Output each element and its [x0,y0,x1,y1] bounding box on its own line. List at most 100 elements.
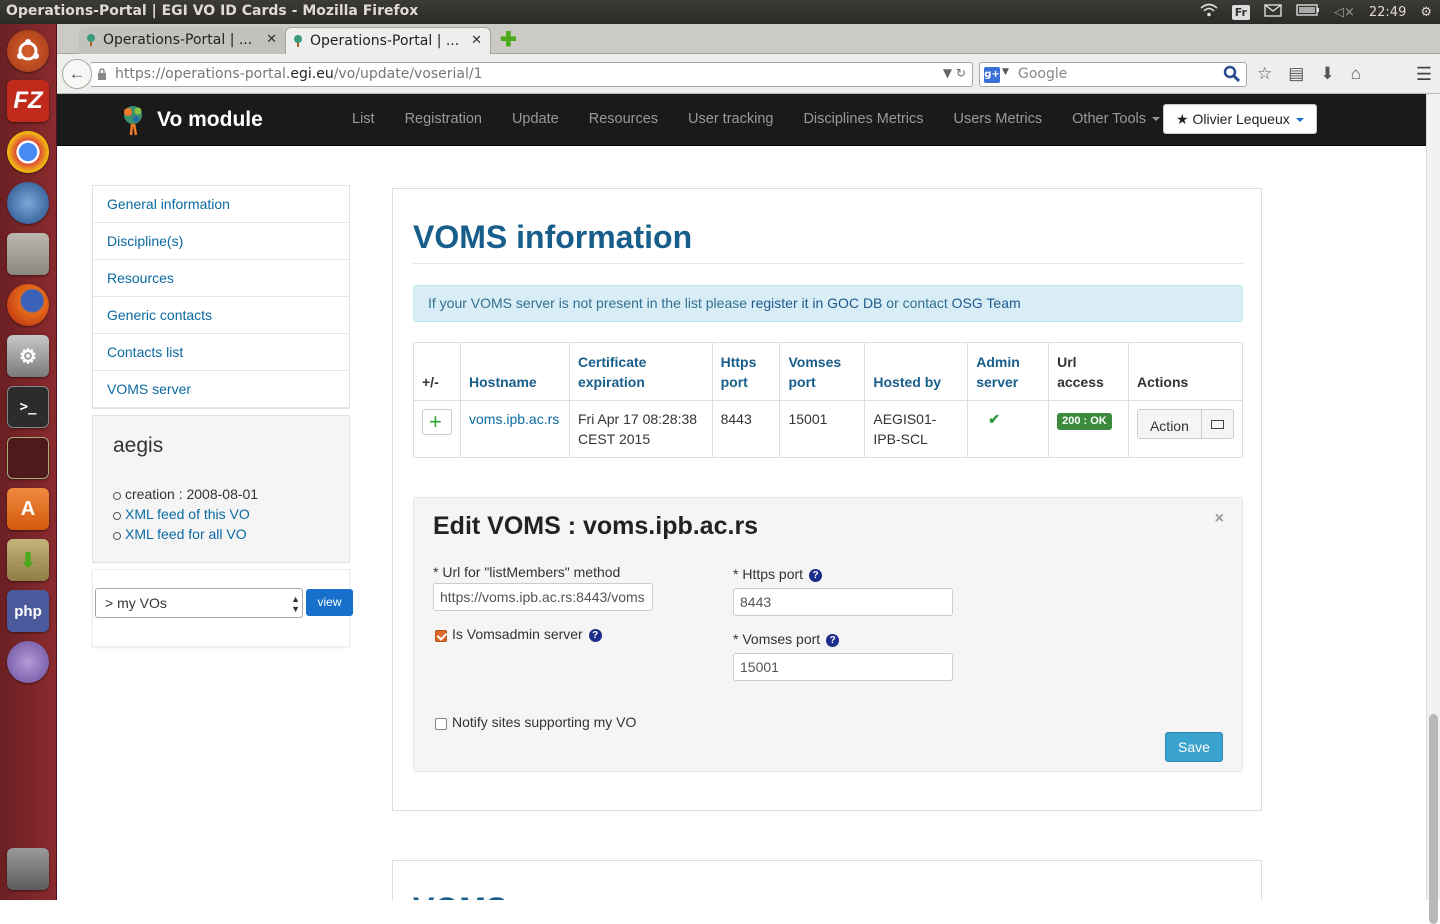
php-icon[interactable]: php [7,590,49,632]
back-arrow-icon[interactable]: ← [62,59,92,89]
notify-sites-checkbox[interactable] [435,718,447,730]
osg-team-link[interactable]: OSG Team [952,295,1021,311]
vo-select-box: > my VOs ▲ ▼ view [92,569,353,647]
pidgin-icon[interactable] [7,641,49,683]
trash-icon[interactable] [7,848,49,890]
firefox-icon[interactable] [7,284,49,326]
status-badge: 200 : OK [1057,413,1112,430]
is-vomsadmin-checkbox[interactable] [435,630,447,642]
search-engine-dropdown-icon[interactable]: ▼ [1002,67,1009,77]
vo-name: aegis [113,434,164,457]
action-button[interactable]: Action [1136,409,1202,439]
nav-list[interactable]: List [337,94,390,146]
url-dropdown-reload-icons[interactable]: ▼ ↻ [943,66,966,80]
bookmark-star-icon[interactable]: ☆ [1257,64,1272,84]
volume-muted-icon[interactable]: ◁× [1334,5,1355,20]
filezilla-icon[interactable]: FZ [7,80,49,122]
close-icon[interactable]: × [1215,510,1224,528]
search-bar[interactable]: g+ ▼ Google [979,62,1247,87]
nav-user-tracking[interactable]: User tracking [673,94,788,146]
xml-feed-all-vo-link[interactable]: XML feed for all VO [125,526,247,542]
vomses-port-input[interactable]: 15001 [733,653,953,681]
col-header-admin-server[interactable]: Admin server [967,342,1050,401]
settings-gear-icon[interactable]: ⚙ [1420,5,1432,20]
sidebar-item-general-information[interactable]: General information [93,186,349,223]
nav-resources[interactable]: Resources [574,94,673,146]
site-navbar: Vo module List Registration Update Resou… [57,94,1426,146]
help-icon[interactable]: ? [809,569,823,582]
col-header-hosted-by[interactable]: Hosted by [864,342,969,401]
clock[interactable]: 22:49 [1369,5,1406,20]
sidebar-item-voms-server[interactable]: VOMS server [93,371,349,408]
col-header-hostname[interactable]: Hostname [460,342,570,401]
hostname-link[interactable]: voms.ipb.ac.rs [469,411,559,427]
view-button[interactable]: view [306,589,353,616]
is-vomsadmin-label: Is Vomsadmin server [452,626,583,642]
register-goc-db-link[interactable]: register it in GOC DB [751,295,882,311]
workspace-switcher-icon[interactable] [7,437,49,479]
downloads-icon[interactable]: ⬇ [1320,64,1334,84]
bookmarks-list-icon[interactable]: ▤ [1288,64,1304,84]
browser-tab-active[interactable]: Operations-Portal | ... ✕ [285,27,491,54]
archive-manager-icon[interactable]: ⬇ [7,539,49,581]
help-icon[interactable]: ? [588,629,602,642]
wifi-icon[interactable] [1200,3,1218,21]
nav-update[interactable]: Update [497,94,574,146]
nav-registration[interactable]: Registration [390,94,497,146]
tab-close-icon[interactable]: ✕ [266,32,277,47]
ubuntu-dash-icon[interactable] [7,30,49,72]
hamburger-menu-icon[interactable]: ☰ [1416,64,1432,85]
battery-icon[interactable] [1296,4,1320,20]
vo-info-box: aegis creation : 2008-08-01 XML feed of … [92,415,350,563]
url-input[interactable]: https://voms.ipb.ac.rs:8443/voms [433,583,653,611]
terminal-icon[interactable]: >_ [7,386,49,428]
tab-label: Operations-Portal | ... [103,32,253,48]
user-menu-button[interactable]: ★ Olivier Lequeux [1163,104,1317,134]
col-header-https-port[interactable]: Https port [711,342,781,401]
scrollbar-thumb[interactable] [1429,714,1438,924]
url-access-cell: 200 : OK [1048,400,1129,458]
google-icon[interactable]: g+ [984,67,1000,83]
creation-date: creation : 2008-08-01 [125,486,259,502]
vo-select[interactable]: > my VOs ▲ ▼ [95,588,303,618]
sidebar-item-generic-contacts[interactable]: Generic contacts [93,297,349,334]
system-settings-icon[interactable]: ⚙ [7,335,49,377]
page-viewport: Vo module List Registration Update Resou… [57,94,1426,900]
sidebar-item-disciplines[interactable]: Discipline(s) [93,223,349,260]
thunderbird-icon[interactable] [7,182,49,224]
nav-disciplines-metrics[interactable]: Disciplines Metrics [788,94,938,146]
next-panel: VOMS [392,860,1262,900]
https-port-input[interactable]: 8443 [733,588,953,616]
vo-info-list: creation : 2008-08-01 XML feed of this V… [113,484,329,544]
help-icon[interactable]: ? [826,634,840,647]
xml-feed-this-vo-link[interactable]: XML feed of this VO [125,506,250,522]
url-bar[interactable]: https://operations-portal.egi.eu/vo/upda… [91,62,973,87]
sidebar-item-resources[interactable]: Resources [93,260,349,297]
page-scrollbar[interactable] [1426,94,1440,924]
url-label: * Url for "listMembers" method [433,564,621,580]
home-icon[interactable]: ⌂ [1351,64,1361,84]
col-header-vomses-port[interactable]: Vomses port [779,342,866,401]
chrome-icon[interactable] [7,131,49,173]
nav-other-tools[interactable]: Other Tools [1057,94,1175,146]
sidebar-menu: General information Discipline(s) Resour… [92,185,350,409]
star-icon: ★ [1176,111,1189,127]
toolbar-icons: ☆ ▤ ⬇ ⌂ [1257,64,1361,84]
mail-icon[interactable] [1264,3,1282,21]
tab-close-icon[interactable]: ✕ [471,33,482,48]
files-icon[interactable] [7,233,49,275]
sidebar-item-contacts-list[interactable]: Contacts list [93,334,349,371]
action-menu-button[interactable] [1201,409,1234,439]
software-center-icon[interactable]: A [7,488,49,530]
brand[interactable]: Vo module [119,104,263,136]
nav-users-metrics[interactable]: Users Metrics [939,94,1058,146]
save-button[interactable]: Save [1165,732,1223,762]
col-header-cert-expiration[interactable]: Certificate expiration [568,342,713,401]
lock-icon[interactable] [97,68,107,80]
search-magnifier-icon[interactable] [1223,65,1241,83]
vomses-port-label: * Vomses port [733,631,821,647]
keyboard-layout-indicator[interactable]: Fr [1231,4,1250,20]
new-tab-plus-icon[interactable]: ✚ [500,27,517,52]
expand-plus-button[interactable]: + [422,409,452,435]
browser-tab[interactable]: Operations-Portal | ... ✕ [79,27,285,54]
